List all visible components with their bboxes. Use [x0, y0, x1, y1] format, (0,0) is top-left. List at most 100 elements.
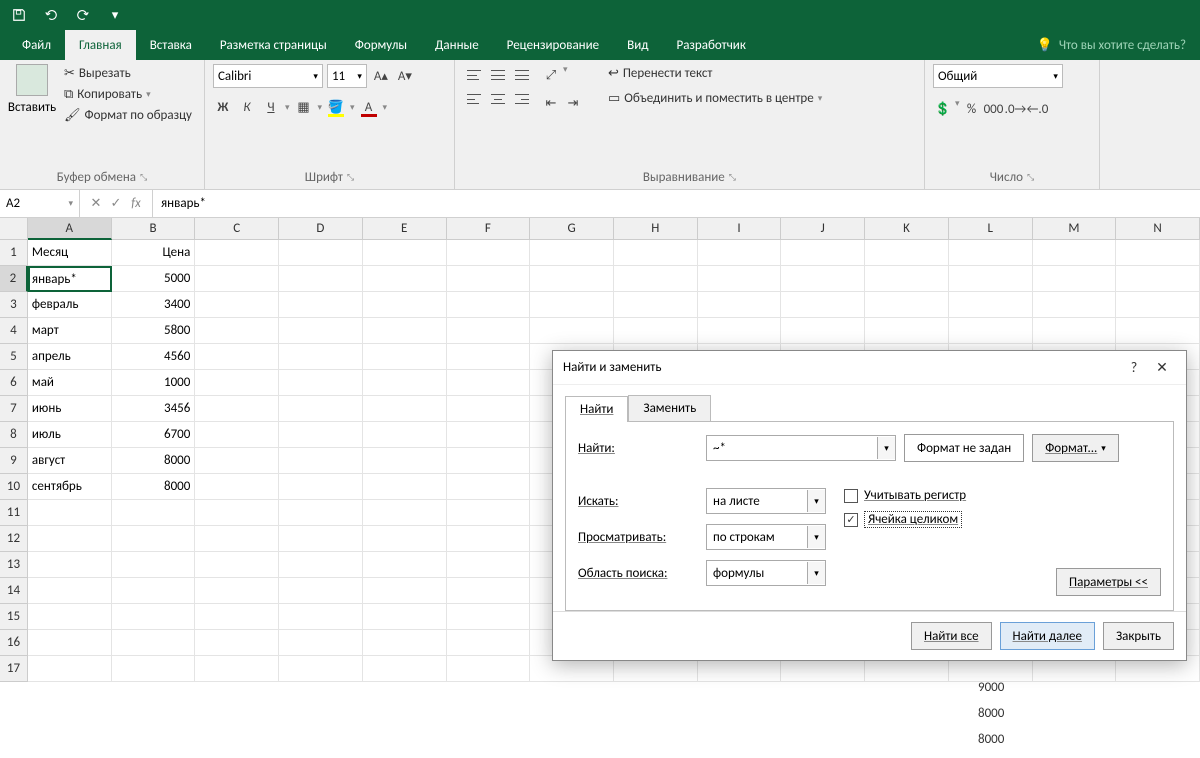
cell[interactable]: апрель — [28, 344, 112, 370]
tab-file[interactable]: Файл — [8, 30, 65, 60]
cell[interactable] — [28, 604, 112, 630]
cell[interactable]: 5000 — [112, 266, 196, 292]
accounting-format-button[interactable]: 💲 — [933, 98, 953, 120]
column-header-I[interactable]: I — [698, 218, 782, 240]
cell[interactable] — [1116, 266, 1200, 292]
column-header-J[interactable]: J — [781, 218, 865, 240]
tab-page-layout[interactable]: Разметка страницы — [206, 30, 341, 60]
cell[interactable] — [363, 552, 447, 578]
align-right-button[interactable] — [511, 88, 533, 110]
tell-me-search[interactable]: 💡 Что вы хотите сделать? — [1023, 30, 1200, 60]
tab-insert[interactable]: Вставка — [136, 30, 206, 60]
cell[interactable]: май — [28, 370, 112, 396]
cell[interactable] — [530, 318, 614, 344]
cell[interactable] — [614, 292, 698, 318]
cell[interactable] — [279, 448, 363, 474]
cell[interactable] — [363, 266, 447, 292]
cell[interactable] — [279, 656, 363, 682]
cell[interactable] — [865, 266, 949, 292]
cell[interactable] — [1116, 318, 1200, 344]
cell[interactable] — [195, 656, 279, 682]
cell[interactable]: февраль — [28, 292, 112, 318]
cell[interactable] — [447, 318, 531, 344]
tab-review[interactable]: Рецензирование — [493, 30, 613, 60]
cell[interactable] — [279, 266, 363, 292]
cell[interactable]: 4560 — [112, 344, 196, 370]
column-header-E[interactable]: E — [363, 218, 447, 240]
cell[interactable] — [447, 370, 531, 396]
cell[interactable] — [698, 240, 782, 266]
cell[interactable] — [447, 474, 531, 500]
row-header[interactable]: 16 — [0, 630, 28, 656]
cell[interactable]: январь* — [28, 266, 112, 292]
cell[interactable] — [363, 604, 447, 630]
cell[interactable]: август — [28, 448, 112, 474]
cell[interactable] — [363, 578, 447, 604]
cell[interactable] — [279, 344, 363, 370]
cut-button[interactable]: ✂Вырезать — [60, 64, 196, 83]
cell[interactable] — [865, 318, 949, 344]
font-size-select[interactable]: 11▾ — [327, 64, 367, 88]
cell[interactable] — [279, 500, 363, 526]
cell[interactable] — [195, 344, 279, 370]
cell[interactable]: 5800 — [112, 318, 196, 344]
cell[interactable]: июнь — [28, 396, 112, 422]
close-button[interactable]: Закрыть — [1103, 622, 1174, 650]
insert-function-icon[interactable]: fx — [128, 196, 144, 211]
cell[interactable]: 3456 — [112, 396, 196, 422]
cell[interactable] — [447, 240, 531, 266]
cell[interactable] — [447, 396, 531, 422]
cell[interactable] — [447, 266, 531, 292]
cell[interactable] — [614, 266, 698, 292]
cell[interactable]: 1000 — [112, 370, 196, 396]
row-header[interactable]: 14 — [0, 578, 28, 604]
comma-style-button[interactable]: 000 — [983, 98, 1003, 120]
align-bottom-button[interactable] — [511, 64, 533, 86]
font-color-button[interactable]: A — [359, 96, 379, 118]
cell[interactable]: 3400 — [112, 292, 196, 318]
decrease-decimal-button[interactable]: ←.0 — [1027, 98, 1047, 120]
cell[interactable] — [195, 630, 279, 656]
cell[interactable] — [530, 240, 614, 266]
cell[interactable] — [195, 474, 279, 500]
cell[interactable]: 8000 — [112, 474, 196, 500]
cell[interactable] — [363, 396, 447, 422]
cell[interactable] — [781, 292, 865, 318]
cell[interactable] — [363, 292, 447, 318]
tab-developer[interactable]: Разработчик — [662, 30, 759, 60]
cell[interactable] — [1033, 240, 1117, 266]
redo-icon[interactable] — [72, 4, 94, 26]
find-next-button[interactable]: Найти далее — [1000, 622, 1095, 650]
borders-button[interactable]: ▦ — [293, 96, 313, 118]
row-header[interactable]: 17 — [0, 656, 28, 682]
row-header[interactable]: 7 — [0, 396, 28, 422]
percent-button[interactable]: % — [961, 98, 981, 120]
cell[interactable] — [28, 552, 112, 578]
row-header[interactable]: 8 — [0, 422, 28, 448]
column-header-L[interactable]: L — [949, 218, 1033, 240]
look-in-select[interactable]: формулы▾ — [706, 560, 826, 586]
clipboard-launcher-icon[interactable]: ⤡ — [140, 172, 147, 183]
bold-button[interactable]: Ж — [213, 96, 233, 118]
cell[interactable] — [279, 370, 363, 396]
cell[interactable] — [781, 266, 865, 292]
row-header[interactable]: 12 — [0, 526, 28, 552]
cell[interactable] — [279, 630, 363, 656]
cell[interactable] — [112, 526, 196, 552]
column-header-D[interactable]: D — [279, 218, 363, 240]
column-header-K[interactable]: K — [865, 218, 949, 240]
merge-center-button[interactable]: ▭Объединить и поместить в центре ▾ — [604, 89, 826, 108]
cell[interactable] — [447, 526, 531, 552]
dialog-close-icon[interactable]: ✕ — [1148, 359, 1176, 376]
increase-indent-button[interactable]: ⇥ — [563, 92, 583, 114]
column-header-H[interactable]: H — [614, 218, 698, 240]
cell[interactable] — [949, 266, 1033, 292]
column-header-B[interactable]: B — [112, 218, 196, 240]
tab-replace[interactable]: Заменить — [628, 395, 711, 421]
cell[interactable] — [279, 292, 363, 318]
cell[interactable] — [447, 656, 531, 682]
select-all-corner[interactable] — [0, 218, 28, 240]
cell[interactable] — [363, 240, 447, 266]
tab-home[interactable]: Главная — [65, 30, 136, 60]
cell[interactable] — [363, 448, 447, 474]
